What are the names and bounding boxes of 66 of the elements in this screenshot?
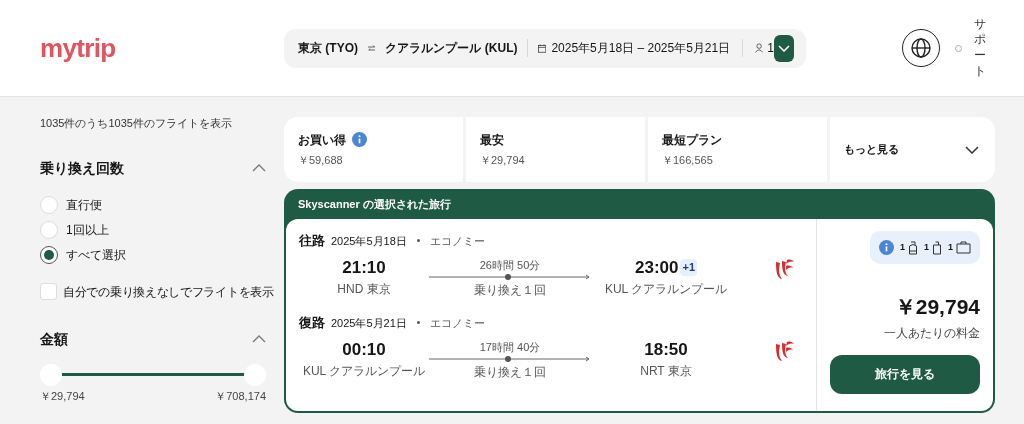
filter-title: 乗り換え回数 <box>40 158 124 178</box>
departure-airport: KUL クアラルンプール <box>302 363 426 380</box>
radio-option[interactable]: 直行便 <box>40 195 266 215</box>
selection-heading: Skyscanner の選択された旅行 <box>297 196 452 212</box>
leg-direction: 往路 <box>299 232 325 250</box>
dates-text: 2025年5月18日 – 2025年5月21日 <box>551 40 731 57</box>
arrival-airport: NRT 東京 <box>640 363 692 380</box>
info-icon[interactable] <box>878 240 894 255</box>
radio-option[interactable]: すべて選択 <box>40 245 266 265</box>
sort-tab[interactable]: 最短プラン ￥166,565 <box>648 117 830 182</box>
baggage-count: 1 <box>948 240 953 254</box>
departure-time: 00:10 <box>342 338 386 361</box>
expand-search-button[interactable] <box>773 34 794 62</box>
swap-icon <box>368 43 376 53</box>
flight-duration: 17時間 40分 <box>479 339 541 355</box>
slider-handle[interactable] <box>244 363 266 386</box>
person-icon <box>754 42 764 54</box>
logo[interactable]: mytrip <box>40 28 284 68</box>
info-icon[interactable] <box>352 132 367 148</box>
baggage-count: 1 <box>923 240 929 254</box>
price-note: 一人あたりの料金 <box>884 324 980 342</box>
arrival-airport: KUL クアラルンプール <box>604 281 728 298</box>
radio-option[interactable]: 1回以上 <box>40 220 266 240</box>
backpack-icon <box>907 240 918 255</box>
baggage-info[interactable]: 1 1 1 <box>869 231 980 264</box>
total-price: ￥29,794 <box>894 294 980 320</box>
stops-count: 乗り換え１回 <box>474 364 546 381</box>
collapse-icon[interactable] <box>252 335 266 343</box>
destination-text: クアラルンプール (KUL) <box>385 40 518 57</box>
travelers-count: 1 <box>767 40 774 57</box>
more-button[interactable]: もっと見る <box>830 117 995 182</box>
stops-count: 乗り換え１回 <box>474 282 546 299</box>
airline-logo-icon <box>773 257 795 282</box>
baggage-count: 1 <box>899 240 905 254</box>
view-trip-button[interactable]: 旅行を見る <box>830 354 980 394</box>
leg-date: 2025年5月18日 <box>331 233 407 249</box>
day-offset-badge: +1 <box>680 259 697 276</box>
chevron-down-icon <box>777 44 790 52</box>
cabin-class: エコノミー <box>429 315 485 331</box>
departure-time: 21:10 <box>342 256 386 279</box>
filter-title: 金額 <box>40 329 68 349</box>
departure-airport: HND 東京 <box>337 281 391 298</box>
airline-logo-icon <box>773 339 795 364</box>
collapse-icon[interactable] <box>252 164 266 172</box>
suitcase-icon <box>956 241 971 254</box>
cabin-bag-icon <box>932 240 942 255</box>
checkbox-option[interactable]: 自分での乗り換えなしでフライトを表示 <box>40 282 274 301</box>
sort-tab[interactable]: 最安 ￥29,794 <box>466 117 648 182</box>
search-summary-bar[interactable]: 東京 (TYO) クアラルンプール (KUL) 2025年5月18日 – 2025年5月21日 1 <box>284 28 806 68</box>
cabin-class: エコノミー <box>429 233 485 249</box>
chevron-down-icon <box>965 145 979 154</box>
leg-date: 2025年5月21日 <box>331 315 407 331</box>
slider-handle[interactable] <box>40 363 62 386</box>
leg-direction: 復路 <box>299 314 325 332</box>
globe-icon <box>911 38 931 58</box>
flight-duration: 26時間 50分 <box>479 257 541 273</box>
result-count: 1035件のうち1035件のフライトを表示 <box>40 116 233 131</box>
sort-tab[interactable]: お買い得 ￥59,688 <box>284 117 466 182</box>
price-max: ￥708,174 <box>215 388 266 403</box>
origin-text: 東京 (TYO) <box>298 40 358 57</box>
support-link[interactable]: サポート <box>974 16 986 80</box>
help-icon <box>955 44 962 52</box>
arrival-time: 18:50 <box>644 338 688 361</box>
arrival-time: 23:00 <box>635 256 679 279</box>
calendar-icon <box>538 42 547 54</box>
price-min: ￥29,794 <box>40 388 85 403</box>
